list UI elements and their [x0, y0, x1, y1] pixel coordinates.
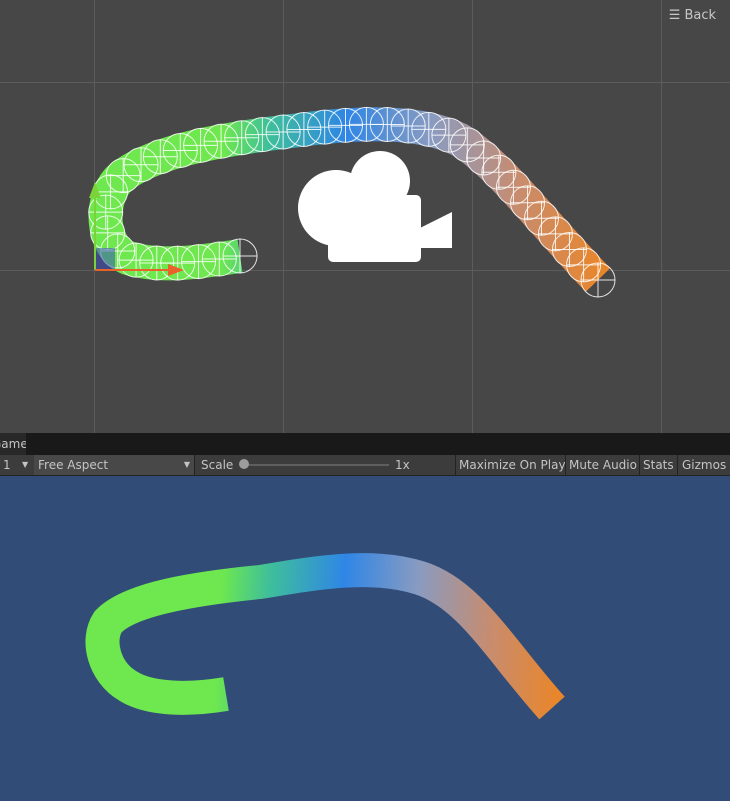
game-canvas	[85, 553, 565, 720]
trail-point-handle[interactable]	[307, 109, 343, 145]
trail-point-handle[interactable]	[142, 139, 178, 175]
chevron-down-icon: ▼	[22, 460, 29, 469]
trail-point-handle[interactable]	[203, 123, 239, 159]
game-view-toolbar: 1 ▼ Free Aspect ▼ Scale 1x Maximize On P…	[0, 455, 730, 476]
scale-value: 1x	[395, 458, 410, 472]
camera-gizmo-icon[interactable]	[298, 151, 452, 262]
stats-toggle[interactable]: Stats	[643, 455, 674, 475]
trail-point-handle[interactable]	[183, 127, 219, 163]
aspect-value: Free Aspect	[38, 458, 109, 472]
trail-point-handle[interactable]	[481, 154, 517, 190]
trail-point-handle[interactable]	[566, 247, 602, 283]
trail-point-handle[interactable]	[123, 147, 159, 183]
trail-point-handle[interactable]	[369, 106, 405, 142]
trail-point-handle[interactable]	[88, 194, 124, 230]
game-view[interactable]	[0, 476, 730, 801]
trail-point-handle[interactable]	[537, 216, 573, 252]
trail-point-handle[interactable]	[328, 107, 364, 143]
trail-line-render	[85, 553, 565, 720]
trail-point-handle[interactable]	[551, 231, 587, 267]
divider	[565, 455, 566, 475]
scale-slider-thumb[interactable]	[239, 459, 249, 469]
tab-game[interactable]: Game	[0, 433, 26, 455]
trail-point-handle[interactable]	[449, 127, 485, 163]
trail-point-handle[interactable]	[162, 132, 198, 168]
display-select[interactable]: 1 ▼	[0, 455, 32, 475]
back-label: Back	[684, 8, 716, 23]
scene-view[interactable]: ☰ Back	[0, 0, 730, 433]
divider	[455, 455, 456, 475]
trail-point-handle[interactable]	[580, 262, 616, 298]
gizmos-toggle[interactable]: Gizmos	[682, 455, 726, 475]
trail-point-handle[interactable]	[524, 200, 560, 236]
scale-slider-track[interactable]	[245, 464, 389, 466]
window-tab-strip: Game	[0, 433, 730, 455]
trail-point-handle[interactable]	[105, 158, 141, 194]
maximize-on-play-toggle[interactable]: Maximize On Play	[459, 455, 566, 475]
hamburger-menu-icon: ☰	[668, 8, 681, 23]
trail-point-handle[interactable]	[495, 169, 531, 205]
chevron-down-icon: ▼	[183, 460, 190, 469]
scale-slider[interactable]	[239, 455, 389, 475]
scene-canvas[interactable]	[0, 0, 730, 433]
display-value: 1	[3, 458, 11, 472]
trail-point-handle[interactable]	[181, 244, 217, 280]
trail-point-handle[interactable]	[431, 117, 467, 153]
back-button[interactable]: ☰ Back	[669, 8, 716, 23]
trail-point-handle[interactable]	[411, 111, 447, 147]
aspect-select[interactable]: Free Aspect ▼	[34, 455, 195, 475]
divider	[639, 455, 640, 475]
trail-point-handle[interactable]	[390, 108, 426, 144]
mute-audio-toggle[interactable]: Mute Audio	[569, 455, 637, 475]
scale-label: Scale	[201, 458, 234, 472]
trail-point-handle[interactable]	[466, 140, 502, 176]
divider	[677, 455, 678, 475]
trail-point-handle[interactable]	[118, 242, 154, 278]
trail-point-handle[interactable]	[510, 185, 546, 221]
